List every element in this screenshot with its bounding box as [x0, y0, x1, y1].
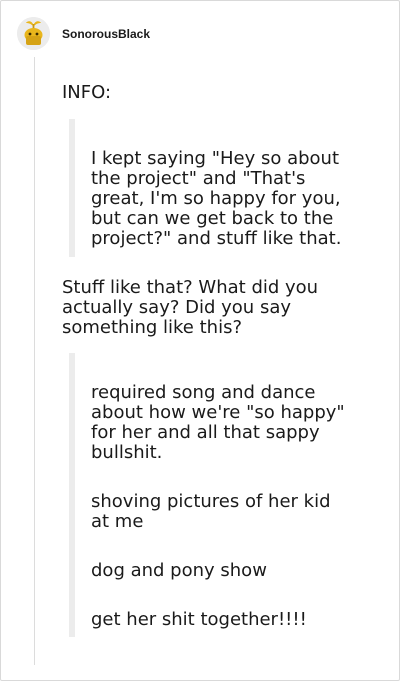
quote-1: I kept saying "Hey so about the project"…: [91, 149, 371, 249]
username[interactable]: SonorousBlack: [62, 27, 150, 41]
quote-2-line: shoving pictures of her kid: [91, 491, 331, 512]
quote-bar-1: [69, 119, 75, 257]
quote-1-line: great, I'm so happy for you,: [91, 188, 341, 209]
avatar[interactable]: [17, 17, 50, 50]
post-card: SonorousBlack INFO: I kept saying "Hey s…: [0, 0, 400, 681]
sprout-icon: [17, 17, 50, 50]
quote-2-line: for her and all that sappy: [91, 422, 320, 443]
quote-2-line: about how we're "so happy": [91, 402, 345, 423]
quote-2-line: bullshit.: [91, 442, 163, 463]
reply-line: actually say? Did you say: [62, 297, 291, 318]
quote-1-line: I kept saying "Hey so about: [91, 148, 340, 169]
reply-line: something like this?: [62, 317, 242, 338]
quote-2-paragraph-3: dog and pony show: [91, 560, 267, 581]
info-heading: INFO:: [62, 82, 112, 103]
quote-1-line: but can we get back to the: [91, 208, 334, 229]
quote-1-line: project?" and stuff like that.: [91, 228, 342, 249]
quote-1-line: the project" and "That's: [91, 168, 306, 189]
quote-2-line: at me: [91, 511, 144, 532]
quote-2-line: required song and dance: [91, 382, 316, 403]
post-header: SonorousBlack: [17, 17, 150, 50]
quote-bar-2: [69, 353, 75, 637]
reply-line: Stuff like that? What did you: [62, 277, 319, 298]
quote-2-paragraph-1: required song and dance about how we're …: [91, 383, 371, 463]
thread-line: [34, 57, 35, 665]
quote-2-paragraph-2: shoving pictures of her kid at me: [91, 492, 371, 532]
reply-text: Stuff like that? What did you actually s…: [62, 278, 318, 338]
quote-2-paragraph-4: get her shit together!!!!: [91, 609, 307, 630]
